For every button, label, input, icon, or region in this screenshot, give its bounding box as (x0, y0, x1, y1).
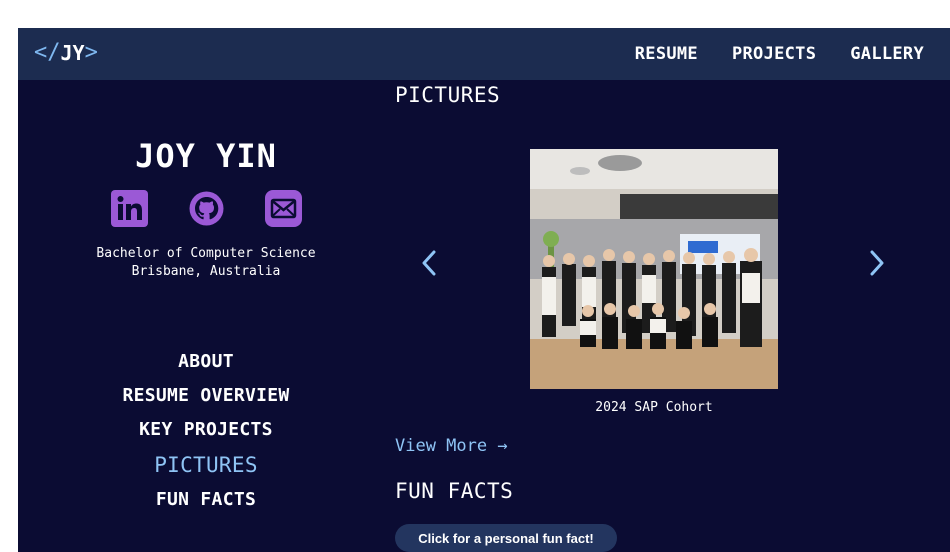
sidebar-item-key-projects[interactable]: KEY PROJECTS (18, 413, 394, 447)
fun-facts-section-title: FUN FACTS (395, 479, 514, 503)
fun-fact-button[interactable]: Click for a personal fun fact! (395, 524, 617, 552)
sidebar-menu: ABOUT RESUME OVERVIEW KEY PROJECTS PICTU… (18, 345, 394, 517)
pictures-section-title: PICTURES (395, 83, 501, 107)
chevron-right-icon (870, 250, 884, 276)
chevron-left-icon (422, 250, 436, 276)
nav-links: RESUME PROJECTS GALLERY (635, 44, 924, 64)
site-logo[interactable]: </ JY > (34, 40, 98, 65)
carousel-next-button[interactable] (864, 246, 890, 280)
nav-link-resume[interactable]: RESUME (635, 44, 698, 64)
sidebar-item-resume-overview[interactable]: RESUME OVERVIEW (18, 379, 394, 413)
github-link[interactable] (188, 190, 225, 227)
profile-location: Brisbane, Australia (131, 264, 281, 279)
top-navbar: </ JY > RESUME PROJECTS GALLERY (18, 28, 950, 80)
sidebar-item-pictures[interactable]: PICTURES (18, 447, 394, 483)
social-links (111, 190, 302, 227)
email-icon (265, 190, 302, 227)
gallery-photo (530, 149, 778, 389)
logo-text: JY (60, 40, 85, 65)
sidebar-item-about[interactable]: ABOUT (18, 345, 394, 379)
view-more-link[interactable]: View More → (395, 436, 508, 456)
nav-link-projects[interactable]: PROJECTS (732, 44, 816, 64)
logo-bracket-close: > (84, 40, 98, 65)
profile-sidebar: JOY YIN Bachelor of Computer Science Bri… (18, 80, 394, 552)
photo-caption: 2024 SAP Cohort (595, 400, 713, 415)
linkedin-link[interactable] (111, 190, 148, 227)
profile-info: Bachelor of Computer Science Brisbane, A… (18, 245, 394, 281)
profile-degree: Bachelor of Computer Science (96, 246, 316, 261)
sidebar-item-fun-facts[interactable]: FUN FACTS (18, 483, 394, 517)
linkedin-icon (111, 190, 148, 227)
logo-bracket-open: </ (34, 40, 61, 65)
carousel-prev-button[interactable] (416, 246, 442, 280)
nav-link-gallery[interactable]: GALLERY (850, 44, 924, 64)
github-icon (189, 191, 224, 226)
profile-name: JOY YIN (135, 137, 277, 175)
portfolio-page: </ JY > RESUME PROJECTS GALLERY JOY YIN (18, 28, 950, 552)
group-photo-image (530, 149, 778, 389)
email-link[interactable] (265, 190, 302, 227)
